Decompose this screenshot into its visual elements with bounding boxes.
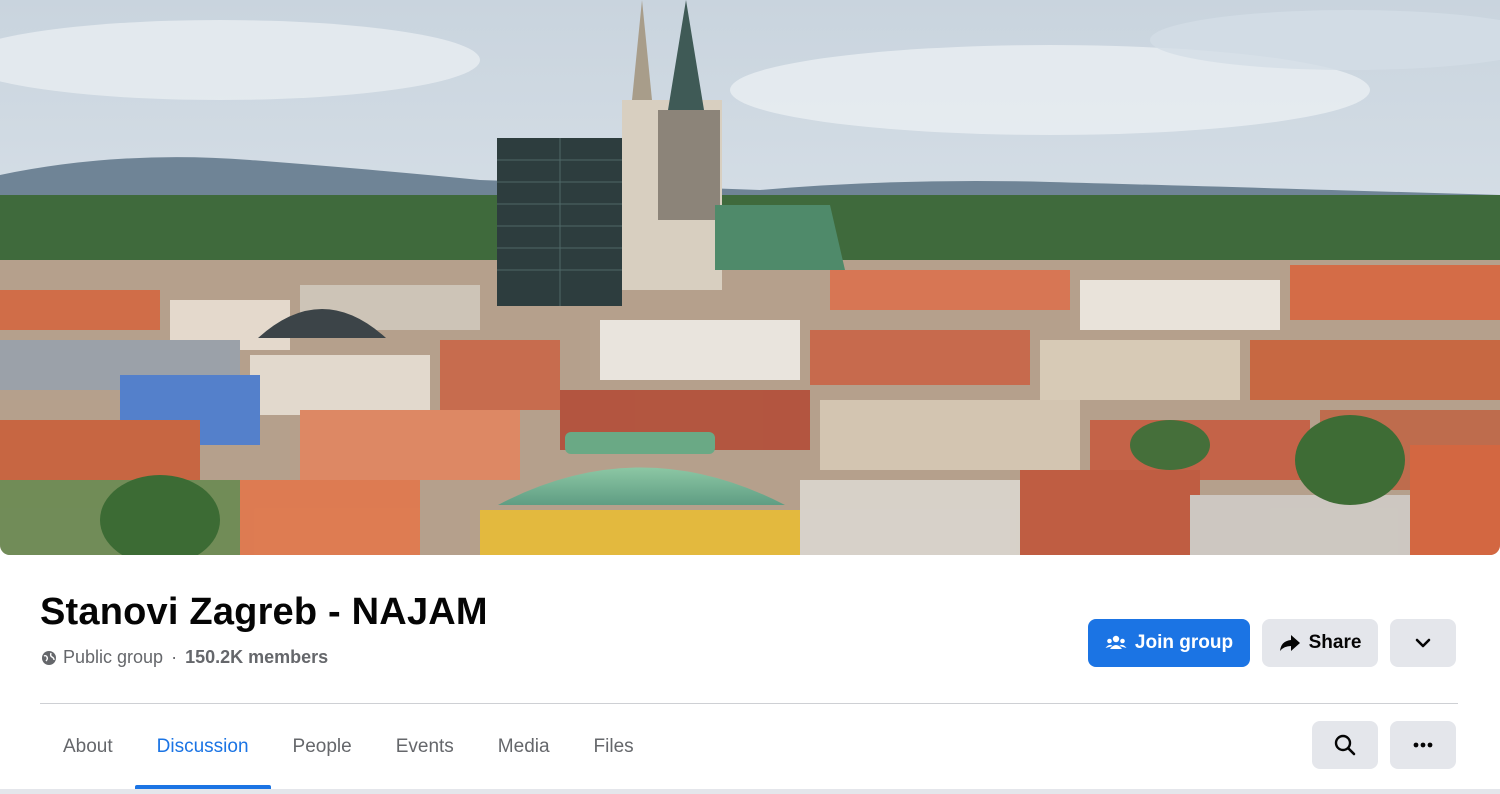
tab-media[interactable]: Media	[476, 705, 572, 789]
share-label: Share	[1308, 632, 1362, 653]
tab-files[interactable]: Files	[572, 705, 656, 789]
globe-icon	[41, 650, 57, 666]
member-count[interactable]: 150.2K members	[185, 647, 328, 668]
tab-about[interactable]: About	[41, 705, 135, 789]
join-group-label: Join group	[1134, 632, 1234, 653]
meta-separator: ·	[171, 647, 178, 667]
tab-events[interactable]: Events	[374, 705, 476, 789]
search-icon	[1334, 734, 1356, 756]
ellipsis-icon	[1413, 742, 1433, 748]
more-tab-options-button[interactable]	[1390, 721, 1456, 769]
more-options-button[interactable]	[1390, 619, 1456, 667]
group-header: Stanovi Zagreb - NAJAM Public group · 15…	[0, 555, 1500, 794]
share-arrow-icon	[1279, 633, 1301, 653]
join-group-button[interactable]: Join group	[1088, 619, 1250, 667]
tab-discussion[interactable]: Discussion	[134, 705, 271, 789]
tab-actions	[1312, 721, 1456, 769]
privacy-label[interactable]: Public group	[63, 647, 163, 668]
group-meta: Public group · 150.2K members	[41, 647, 328, 668]
group-tabs: About Discussion People Events Media Fil…	[41, 705, 656, 789]
page-bottom-border	[0, 789, 1500, 794]
search-button[interactable]	[1312, 721, 1378, 769]
tab-people[interactable]: People	[271, 705, 374, 789]
share-button[interactable]: Share	[1262, 619, 1378, 667]
zagreb-cityscape-image	[0, 0, 1500, 555]
cover-photo[interactable]	[0, 0, 1500, 555]
group-title[interactable]: Stanovi Zagreb - NAJAM	[40, 591, 488, 634]
header-divider	[40, 703, 1458, 704]
join-group-icon	[1105, 634, 1127, 652]
chevron-down-icon	[1415, 638, 1431, 648]
group-actions: Join group Share	[1088, 619, 1456, 667]
